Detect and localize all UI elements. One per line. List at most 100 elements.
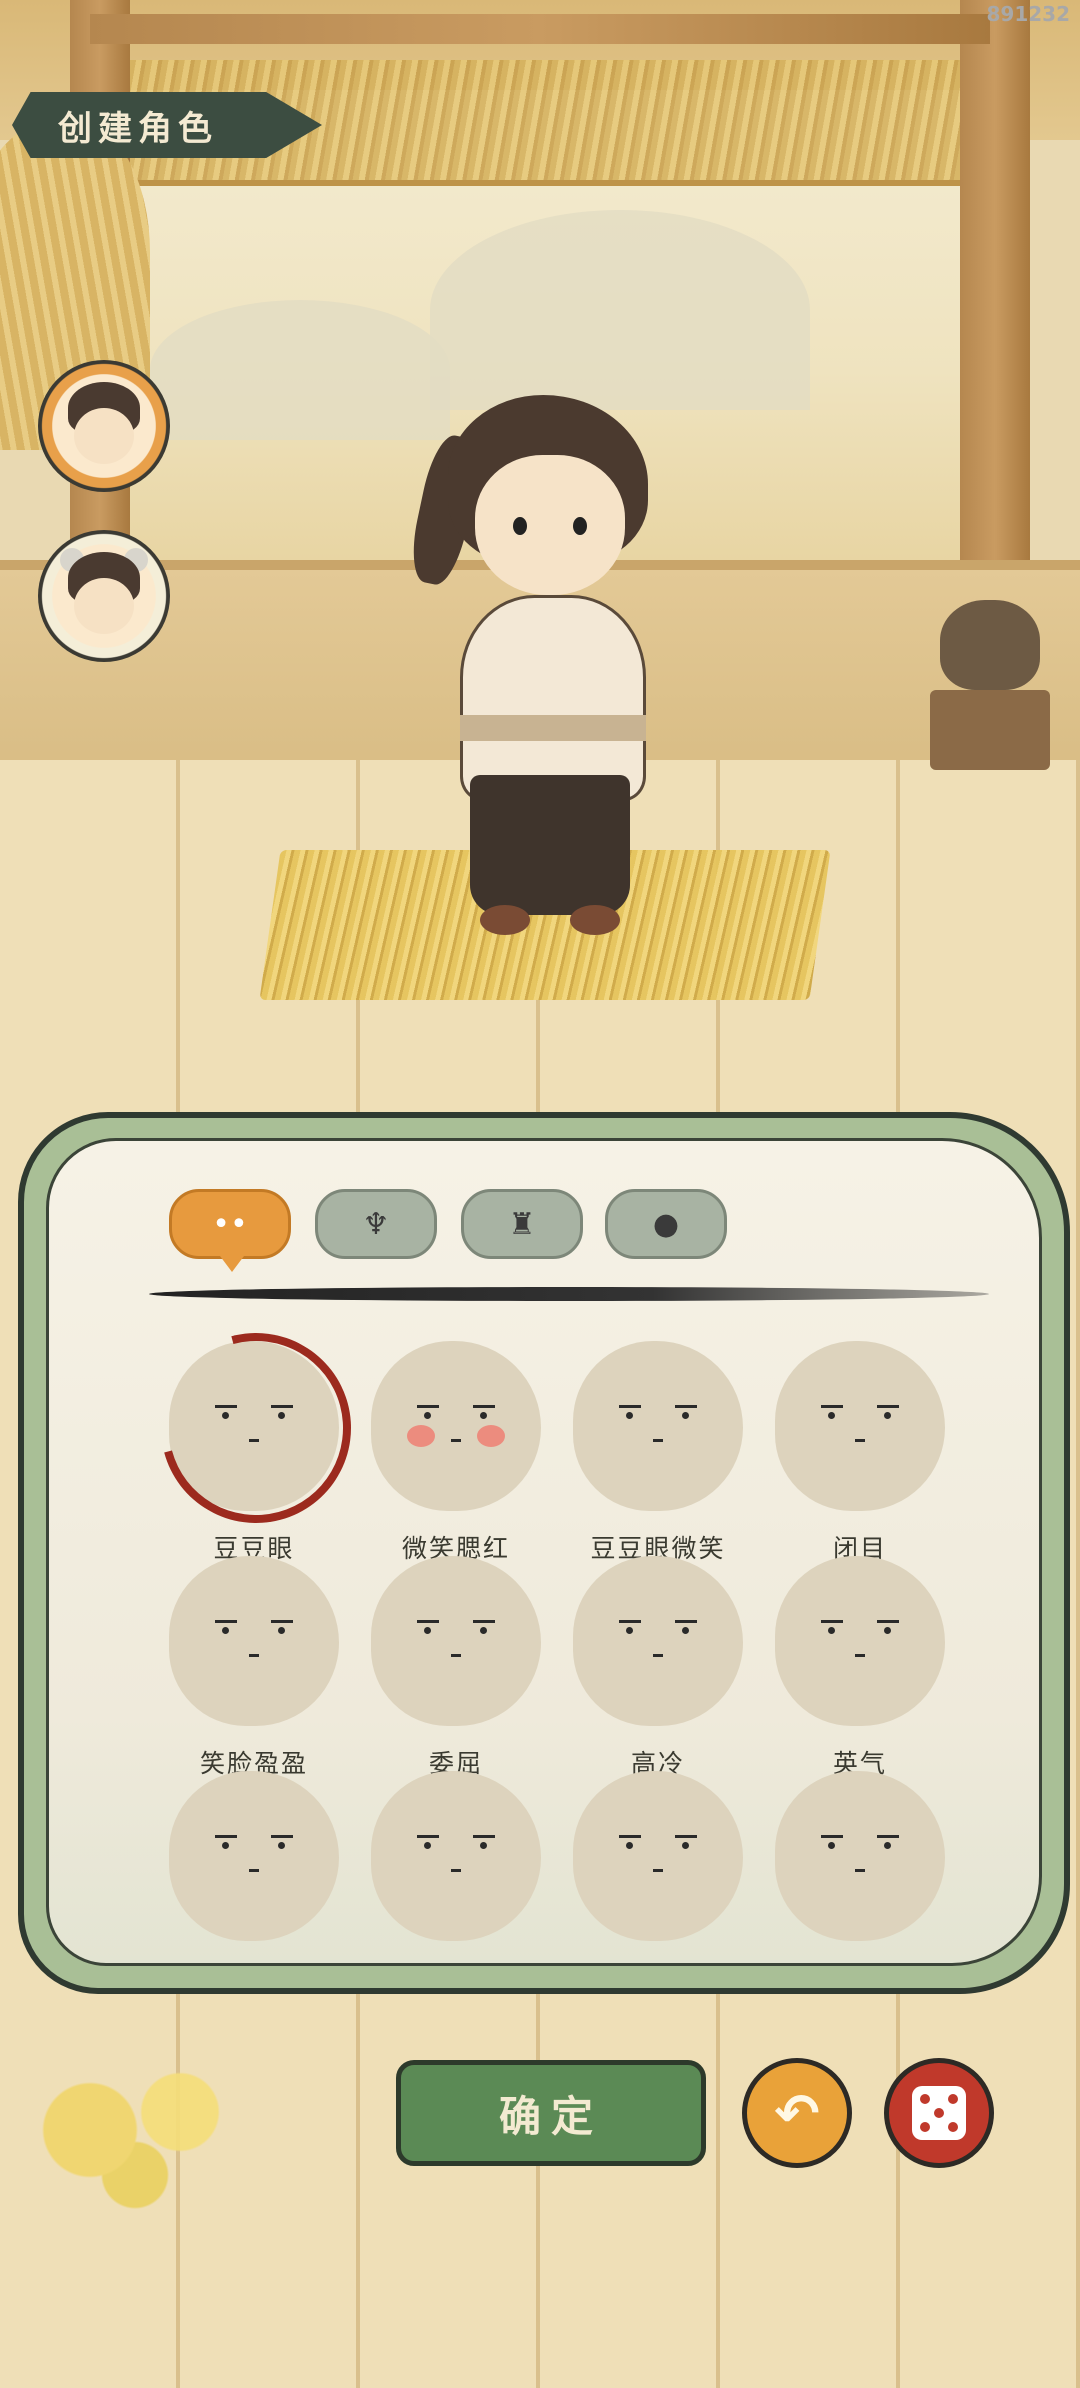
face-eye: [473, 1835, 495, 1849]
avatar-male[interactable]: [38, 360, 170, 492]
watermark-id: 891232: [986, 2, 1071, 26]
face-option[interactable]: 微笑腮红: [361, 1341, 551, 1565]
face-eye: [821, 1835, 843, 1849]
face-preview: [169, 1771, 339, 1941]
tab-hair[interactable]: ♆: [315, 1189, 437, 1259]
face-mouth: [249, 1654, 259, 1657]
confirm-label: 确定: [498, 2091, 603, 2141]
face-preview: [775, 1556, 945, 1726]
distant-mountain: [150, 300, 450, 440]
face-eye: [215, 1835, 237, 1849]
face-preview: [371, 1341, 541, 1511]
face-eye: [271, 1835, 293, 1849]
character-eye: [573, 517, 587, 535]
face-eye: [821, 1620, 843, 1634]
face-mouth: [653, 1654, 663, 1657]
face-option[interactable]: 笑脸盈盈: [159, 1556, 349, 1780]
wooden-beam: [90, 14, 990, 44]
face-preview: [573, 1771, 743, 1941]
face-mouth: [451, 1654, 461, 1657]
character-shoe: [480, 905, 530, 935]
face-eye: [417, 1835, 439, 1849]
face-mouth: [855, 1654, 865, 1657]
face-eye: [675, 1620, 697, 1634]
face-option[interactable]: 高冷: [563, 1556, 753, 1780]
face-eye: [877, 1405, 899, 1419]
customize-panel: •• ♆ ♜ ● 豆豆眼 微笑腮红 豆豆眼微笑 闭目笑脸盈盈 委屈 高冷 英气: [18, 1112, 1070, 1994]
face-eye: [417, 1620, 439, 1634]
dice-pip: [948, 2122, 958, 2132]
random-button[interactable]: [884, 2058, 994, 2168]
clay-pot: [940, 600, 1040, 690]
face-option[interactable]: 豆豆眼微笑: [563, 1341, 753, 1565]
face-preview: [169, 1341, 339, 1511]
face-option[interactable]: 英气: [765, 1556, 955, 1780]
face-preview: [775, 1341, 945, 1511]
avatar-face: [74, 578, 134, 634]
face-mouth: [249, 1869, 259, 1872]
character-belt: [460, 715, 646, 741]
clothing-icon: ♜: [508, 1206, 536, 1242]
face-mouth: [855, 1439, 865, 1442]
dice-pip: [920, 2122, 930, 2132]
tab-clothing[interactable]: ♜: [461, 1189, 583, 1259]
face-eye: [877, 1835, 899, 1849]
page-title: 创建角色: [58, 108, 218, 149]
character-eye: [513, 517, 527, 535]
avatar-female[interactable]: [38, 530, 170, 662]
face-eye: [619, 1405, 641, 1419]
face-option[interactable]: 闭目: [765, 1341, 955, 1565]
dice-pip: [920, 2094, 930, 2104]
tab-head[interactable]: ●: [605, 1189, 727, 1259]
face-eye: [619, 1835, 641, 1849]
face-mouth: [653, 1869, 663, 1872]
face-features-icon: ••: [212, 1206, 248, 1242]
face-mouth: [855, 1869, 865, 1872]
face-eye: [619, 1620, 641, 1634]
character-pants: [470, 775, 630, 915]
character-shoe: [570, 905, 620, 935]
face-option[interactable]: 豆豆眼: [159, 1341, 349, 1565]
fallen-leaves: [0, 2040, 300, 2220]
face-mouth: [451, 1439, 461, 1442]
face-option[interactable]: [563, 1771, 753, 1941]
undo-icon: ↶: [774, 2081, 820, 2145]
face-preview: [573, 1556, 743, 1726]
dice-pip: [934, 2108, 944, 2118]
player-character[interactable]: [404, 395, 670, 955]
face-blush: [407, 1425, 435, 1447]
face-eye: [821, 1405, 843, 1419]
face-eye: [215, 1620, 237, 1634]
tab-face[interactable]: ••: [169, 1189, 291, 1272]
character-face: [475, 455, 625, 595]
face-eye: [271, 1405, 293, 1419]
face-mouth: [451, 1869, 461, 1872]
character-robe: [460, 595, 646, 801]
distant-mountain: [430, 210, 810, 410]
face-blush: [477, 1425, 505, 1447]
face-option[interactable]: 委屈: [361, 1556, 551, 1780]
face-option[interactable]: [159, 1771, 349, 1941]
face-option[interactable]: [361, 1771, 551, 1941]
face-option[interactable]: [765, 1771, 955, 1941]
confirm-button[interactable]: 确定: [396, 2060, 706, 2166]
dice-icon: [912, 2086, 966, 2140]
customize-panel-inner: •• ♆ ♜ ● 豆豆眼 微笑腮红 豆豆眼微笑 闭目笑脸盈盈 委屈 高冷 英气: [46, 1138, 1042, 1966]
face-preview: [371, 1556, 541, 1726]
face-eye: [473, 1405, 495, 1419]
face-eye: [675, 1405, 697, 1419]
avatar-face: [74, 408, 134, 464]
undo-button[interactable]: ↶: [742, 2058, 852, 2168]
face-eye: [215, 1405, 237, 1419]
hairstyle-icon: ♆: [362, 1206, 390, 1242]
face-eye: [877, 1620, 899, 1634]
face-eye: [473, 1620, 495, 1634]
wooden-stool: [930, 690, 1050, 770]
face-preview: [169, 1556, 339, 1726]
face-eye: [417, 1405, 439, 1419]
dice-pip: [948, 2094, 958, 2104]
title-banner: 创建角色: [12, 92, 322, 158]
ink-brush-divider: [149, 1287, 989, 1301]
face-preview: [775, 1771, 945, 1941]
face-mouth: [249, 1439, 259, 1442]
